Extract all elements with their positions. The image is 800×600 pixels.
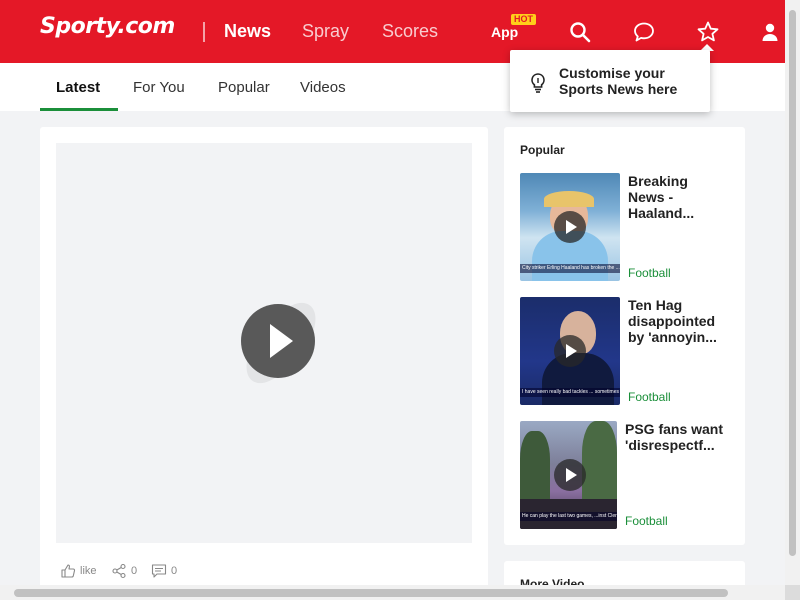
play-icon[interactable] bbox=[554, 335, 586, 367]
customise-popover[interactable]: Customise your Sports News here bbox=[510, 50, 710, 112]
logo-divider bbox=[203, 22, 205, 42]
scrollbar-corner bbox=[785, 585, 800, 600]
video-thumbnail[interactable]: City striker Erling Haaland has broken t… bbox=[520, 173, 620, 281]
item-title[interactable]: PSG fans want 'disrespectf... bbox=[625, 421, 725, 453]
main-video-card: like 0 0 bbox=[40, 127, 488, 597]
play-icon[interactable] bbox=[226, 289, 336, 399]
popover-text: Customise your Sports News here bbox=[559, 65, 677, 97]
play-icon[interactable] bbox=[554, 459, 586, 491]
user-icon[interactable] bbox=[758, 20, 782, 44]
item-category[interactable]: Football bbox=[625, 514, 668, 528]
item-category[interactable]: Football bbox=[628, 266, 671, 280]
popover-text-line1: Customise your bbox=[559, 65, 665, 81]
comment-button[interactable]: 0 bbox=[151, 563, 177, 579]
vertical-scroll-thumb[interactable] bbox=[789, 10, 796, 556]
thumbnail-caption: He can play the last two games, ...inst … bbox=[520, 512, 617, 521]
nav-spray[interactable]: Spray bbox=[302, 21, 349, 42]
app-button[interactable]: App bbox=[491, 24, 518, 40]
popover-text-line2: Sports News here bbox=[559, 81, 678, 97]
popular-panel: Popular City striker Erling Haaland has … bbox=[504, 127, 745, 545]
site-logo[interactable]: Sporty.com bbox=[40, 14, 175, 39]
play-icon[interactable] bbox=[554, 211, 586, 243]
tab-for-you[interactable]: For You bbox=[133, 79, 185, 96]
share-button[interactable]: 0 bbox=[111, 563, 137, 579]
thumbs-up-icon bbox=[61, 564, 76, 578]
like-label: like bbox=[80, 565, 97, 577]
popular-item[interactable]: City striker Erling Haaland has broken t… bbox=[520, 173, 740, 281]
chat-icon[interactable] bbox=[632, 20, 656, 44]
star-icon[interactable] bbox=[696, 20, 720, 44]
share-icon bbox=[112, 563, 126, 579]
comment-count: 0 bbox=[171, 565, 178, 577]
share-count: 0 bbox=[131, 565, 138, 577]
video-thumbnail[interactable]: He can play the last two games, ...inst … bbox=[520, 421, 617, 529]
item-title[interactable]: Ten Hag disappointed by 'annoyin... bbox=[628, 297, 728, 345]
horizontal-scroll-thumb[interactable] bbox=[14, 589, 728, 597]
video-player[interactable] bbox=[56, 143, 472, 543]
video-thumbnail[interactable]: I have seen really bad tackles ... somet… bbox=[520, 297, 620, 405]
active-tab-indicator bbox=[40, 108, 118, 111]
like-button[interactable]: like bbox=[60, 563, 97, 579]
popular-item[interactable]: I have seen really bad tackles ... somet… bbox=[520, 297, 740, 405]
item-category[interactable]: Football bbox=[628, 390, 671, 404]
search-icon[interactable] bbox=[568, 20, 592, 44]
popular-title: Popular bbox=[520, 143, 565, 157]
tab-popular[interactable]: Popular bbox=[218, 79, 270, 96]
nav-news[interactable]: News bbox=[224, 21, 271, 42]
thumbnail-caption: I have seen really bad tackles ... somet… bbox=[520, 388, 620, 397]
lightbulb-icon bbox=[528, 72, 548, 94]
thumbnail-caption: City striker Erling Haaland has broken t… bbox=[520, 264, 620, 273]
tab-videos[interactable]: Videos bbox=[300, 79, 346, 96]
nav-scores[interactable]: Scores bbox=[382, 21, 438, 42]
popular-item[interactable]: He can play the last two games, ...inst … bbox=[520, 421, 740, 529]
hot-badge: HOT bbox=[511, 14, 536, 25]
comment-icon bbox=[151, 564, 167, 578]
item-title[interactable]: Breaking News - Haaland... bbox=[628, 173, 728, 221]
tab-latest[interactable]: Latest bbox=[56, 79, 100, 96]
